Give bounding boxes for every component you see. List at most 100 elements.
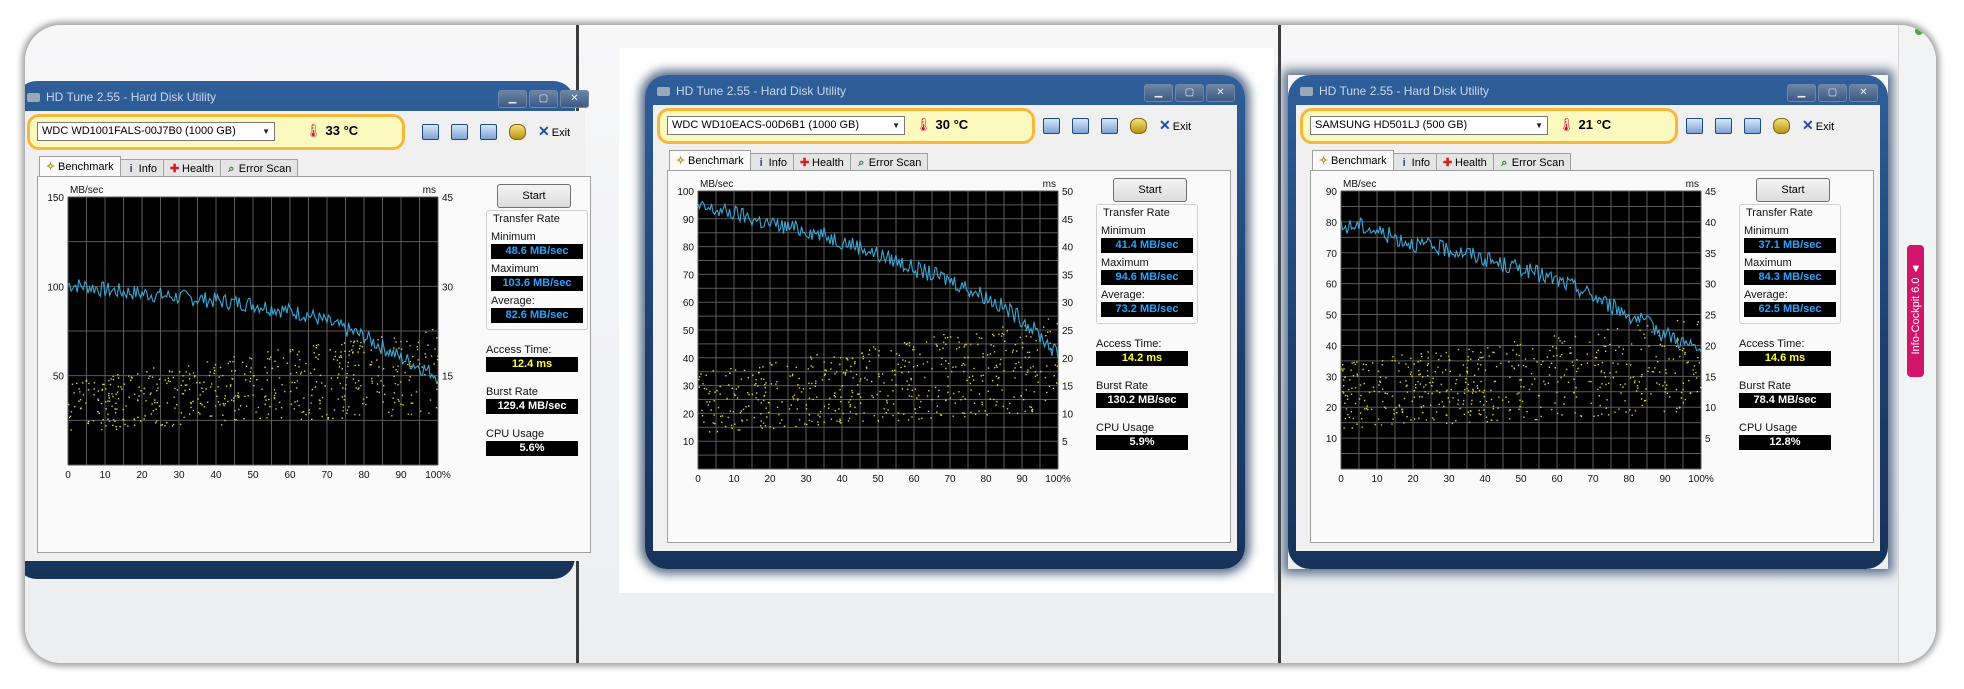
access-time-point	[243, 418, 245, 420]
paste-icon[interactable]	[1072, 117, 1089, 134]
maximize-button[interactable]: ▢	[1818, 84, 1847, 102]
access-time-point	[1676, 407, 1678, 410]
access-time-point	[812, 398, 814, 401]
minimize-button[interactable]: ▁	[498, 90, 527, 108]
burst-rate-value: 129.4 MB/sec	[486, 399, 578, 414]
exit-button[interactable]: ✕ Exit	[1802, 117, 1834, 134]
access-time-point	[354, 382, 357, 384]
save-icon[interactable]	[1101, 117, 1118, 134]
options-icon[interactable]	[1130, 117, 1147, 134]
access-time-point	[1484, 369, 1487, 371]
access-time-point	[117, 385, 120, 388]
access-time-point	[1451, 422, 1454, 425]
access-time-point	[762, 422, 765, 424]
access-time-point	[305, 413, 307, 416]
access-time-point	[792, 396, 794, 398]
access-time-point	[908, 361, 910, 363]
x-tick-label: 90	[395, 470, 407, 481]
access-time-point	[388, 411, 390, 414]
access-time-point	[1401, 354, 1403, 356]
options-icon[interactable]	[1773, 117, 1790, 134]
access-time-point	[765, 391, 767, 393]
info-cockpit-tab[interactable]: Info-Cockpit 6.0 ◄	[1907, 245, 1924, 377]
close-button[interactable]: ✕	[1849, 84, 1878, 102]
maximize-button[interactable]: ▢	[529, 90, 558, 108]
access-time-point	[381, 336, 383, 338]
access-time-point	[824, 369, 826, 371]
access-time-point	[939, 348, 941, 351]
access-time-point	[1471, 399, 1473, 402]
access-time-point	[294, 401, 296, 403]
access-time-point	[1599, 404, 1601, 407]
paste-icon[interactable]	[1715, 117, 1732, 134]
access-time-point	[1478, 409, 1480, 412]
maximum-label: Maximum	[491, 263, 539, 275]
access-time-point	[714, 391, 716, 393]
access-time-point	[1028, 356, 1030, 358]
drive-select[interactable]: SAMSUNG HD501LJ (500 GB) ▼	[1310, 116, 1548, 135]
access-time-point	[337, 398, 339, 400]
temperature-readout: 🌡 30 °C	[915, 117, 969, 132]
y2-tick-label: 30	[1705, 280, 1717, 291]
options-icon[interactable]	[509, 123, 526, 140]
access-time-point	[967, 356, 969, 359]
access-time-point	[166, 402, 169, 404]
access-time-point	[1560, 353, 1563, 356]
access-time-point	[133, 419, 136, 421]
access-time-point	[1355, 387, 1357, 389]
access-time-point	[926, 395, 929, 397]
save-icon[interactable]	[480, 123, 497, 140]
access-time-point	[1693, 365, 1696, 367]
save-icon[interactable]	[1744, 117, 1761, 134]
access-time-point	[1477, 358, 1480, 361]
copy-icon[interactable]	[1686, 117, 1703, 134]
start-button[interactable]: Start	[1113, 178, 1187, 202]
access-time-point	[887, 395, 889, 397]
access-time-point	[962, 395, 964, 398]
access-time-point	[1019, 336, 1021, 339]
exit-button[interactable]: ✕ Exit	[1159, 117, 1191, 134]
copy-icon[interactable]	[1043, 117, 1060, 134]
access-time-point	[1391, 395, 1394, 397]
drive-select[interactable]: WDC WD10EACS-00D6B1 (1000 GB) ▼	[667, 116, 905, 135]
access-time-point	[1049, 342, 1051, 344]
access-time-point	[400, 403, 402, 405]
maximize-button[interactable]: ▢	[1175, 84, 1204, 102]
access-time-point	[129, 379, 132, 381]
start-button[interactable]: Start	[1756, 178, 1830, 202]
access-time-point	[264, 396, 266, 398]
access-time-point	[70, 429, 72, 431]
access-time-point	[1563, 340, 1566, 343]
minimize-button[interactable]: ▁	[1144, 84, 1173, 102]
tab-bar: ✧ Benchmark i Info ✚ Health ⌕ Error Scan	[39, 156, 299, 178]
access-time-point	[1574, 335, 1577, 338]
paste-icon[interactable]	[451, 123, 468, 140]
minimize-button[interactable]: ▁	[1787, 84, 1816, 102]
access-time-point	[117, 398, 120, 400]
access-time-point	[1644, 337, 1646, 339]
tab-benchmark[interactable]: ✧ Benchmark	[1312, 150, 1394, 172]
tab-benchmark[interactable]: ✧ Benchmark	[669, 150, 751, 172]
access-time-point	[237, 396, 240, 398]
access-time-point	[918, 418, 920, 420]
exit-button[interactable]: ✕ Exit	[538, 123, 570, 140]
y2-tick-label: 25	[1705, 311, 1717, 322]
access-time-point	[901, 388, 904, 390]
tab-benchmark[interactable]: ✧ Benchmark	[39, 156, 121, 178]
access-time-point	[716, 431, 719, 433]
start-button[interactable]: Start	[497, 184, 571, 208]
access-time-point	[203, 406, 206, 408]
access-time-point	[851, 391, 854, 394]
pin-icon[interactable]	[1915, 27, 1923, 35]
drive-select[interactable]: WDC WD1001FALS-00J7B0 (1000 GB) ▼	[37, 122, 275, 141]
access-time-point	[1421, 355, 1423, 358]
access-time-point	[273, 397, 276, 399]
access-time-point	[1426, 364, 1429, 367]
close-button[interactable]: ✕	[1206, 84, 1235, 102]
access-time-point	[100, 422, 103, 424]
access-time-point	[407, 413, 409, 415]
access-time-point	[740, 378, 742, 380]
access-time-point	[748, 405, 750, 407]
copy-icon[interactable]	[422, 123, 439, 140]
close-button[interactable]: ✕	[560, 90, 589, 108]
